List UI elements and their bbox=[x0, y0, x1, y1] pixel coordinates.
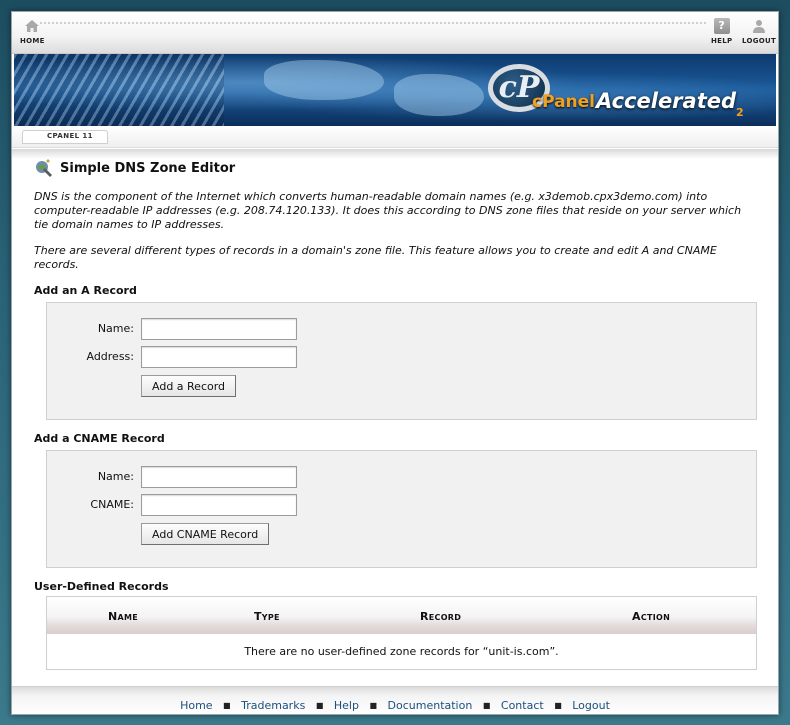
footer: Home ■ Trademarks ■ Help ■ Documentation… bbox=[12, 686, 778, 714]
add-a-record-button[interactable]: Add a Record bbox=[141, 375, 237, 397]
intro-text: There are several different types of rec… bbox=[34, 244, 717, 271]
logout-user-icon bbox=[753, 20, 766, 33]
banner-world-map-graphic bbox=[264, 60, 384, 100]
breadcrumb-bar: CPANEL 11 bbox=[12, 126, 778, 148]
user-defined-records-table: Name Type Record Action There are no use… bbox=[46, 596, 757, 670]
cpanel-window: HOME ? HELP LOGOUT cP cPanel Accelerated… bbox=[11, 11, 779, 715]
help-nav-label: HELP bbox=[711, 37, 733, 45]
help-nav-button[interactable]: ? HELP bbox=[711, 18, 732, 45]
banner-cables-graphic bbox=[14, 54, 224, 126]
add-cname-record-form: Name: CNAME: Add CNAME Record bbox=[46, 450, 757, 568]
divider bbox=[40, 22, 706, 24]
footer-separator: ■ bbox=[315, 701, 324, 710]
cname-record-name-row: Name: bbox=[47, 466, 756, 488]
help-icon: ? bbox=[713, 18, 730, 34]
home-nav-label: HOME bbox=[20, 37, 45, 45]
a-record-name-input[interactable] bbox=[141, 318, 297, 340]
footer-links: Home ■ Trademarks ■ Help ■ Documentation… bbox=[12, 699, 778, 712]
footer-link-documentation[interactable]: Documentation bbox=[388, 699, 473, 712]
add-a-record-heading: Add an A Record bbox=[34, 284, 137, 297]
cname-record-name-input[interactable] bbox=[141, 466, 297, 488]
user-defined-records-heading: User-Defined Records bbox=[34, 580, 169, 593]
column-header-name: Name bbox=[108, 610, 139, 623]
dns-zone-editor-icon bbox=[36, 159, 52, 177]
main-content: Simple DNS Zone Editor DNS is the compon… bbox=[34, 157, 758, 670]
page-header: Simple DNS Zone Editor bbox=[34, 157, 758, 179]
a-record-name-label: Name: bbox=[97, 322, 134, 335]
home-nav-button[interactable]: HOME bbox=[20, 18, 45, 45]
a-record-address-label: Address: bbox=[86, 350, 134, 363]
footer-separator: ■ bbox=[554, 701, 562, 710]
cname-record-cname-label: CNAME: bbox=[90, 498, 134, 511]
cpanel-logo-product: Accelerated bbox=[596, 89, 737, 113]
column-header-action: Action bbox=[632, 610, 671, 623]
top-navigation-bar: HOME ? HELP LOGOUT bbox=[12, 12, 778, 54]
empty-records-message: There are no user-defined zone records f… bbox=[244, 645, 559, 658]
footer-link-logout[interactable]: Logout bbox=[572, 699, 610, 712]
cpanel-logo-version: 2 bbox=[736, 106, 744, 119]
add-cname-record-heading: Add a CNAME Record bbox=[34, 432, 165, 445]
a-record-name-row: Name: bbox=[47, 318, 756, 340]
logout-nav-button[interactable]: LOGOUT bbox=[742, 18, 776, 45]
add-cname-record-button[interactable]: Add CNAME Record bbox=[141, 523, 270, 545]
cpanel-logo-brand: cPanel bbox=[532, 92, 596, 112]
footer-separator: ■ bbox=[223, 701, 231, 710]
intro-text: DNS is the component of the Internet whi… bbox=[34, 190, 742, 231]
cname-record-cname-row: CNAME: bbox=[47, 494, 756, 516]
footer-link-contact[interactable]: Contact bbox=[501, 699, 544, 712]
footer-separator: ■ bbox=[482, 701, 491, 710]
a-record-address-row: Address: bbox=[47, 346, 756, 368]
cname-record-name-label: Name: bbox=[97, 470, 134, 483]
footer-link-home[interactable]: Home bbox=[180, 699, 212, 712]
cname-record-cname-input[interactable] bbox=[141, 494, 297, 516]
table-header: Name Type Record Action bbox=[47, 597, 756, 634]
home-icon bbox=[25, 20, 40, 32]
footer-link-trademarks[interactable]: Trademarks bbox=[241, 699, 305, 712]
column-header-type: Type bbox=[254, 610, 280, 623]
footer-separator: ■ bbox=[369, 701, 378, 710]
cpanel-logo: cP cPanel Accelerated 2 bbox=[488, 62, 748, 122]
banner-world-map-graphic bbox=[394, 74, 484, 116]
add-a-record-form: Name: Address: Add a Record bbox=[46, 302, 757, 420]
a-record-address-input[interactable] bbox=[141, 346, 297, 368]
column-header-record: Record bbox=[420, 610, 462, 623]
breadcrumb[interactable]: CPANEL 11 bbox=[22, 130, 108, 144]
page-title: Simple DNS Zone Editor bbox=[60, 160, 236, 176]
footer-link-help[interactable]: Help bbox=[334, 699, 359, 712]
logout-nav-label: LOGOUT bbox=[742, 37, 777, 45]
cpanel-banner: cP cPanel Accelerated 2 bbox=[14, 54, 776, 126]
